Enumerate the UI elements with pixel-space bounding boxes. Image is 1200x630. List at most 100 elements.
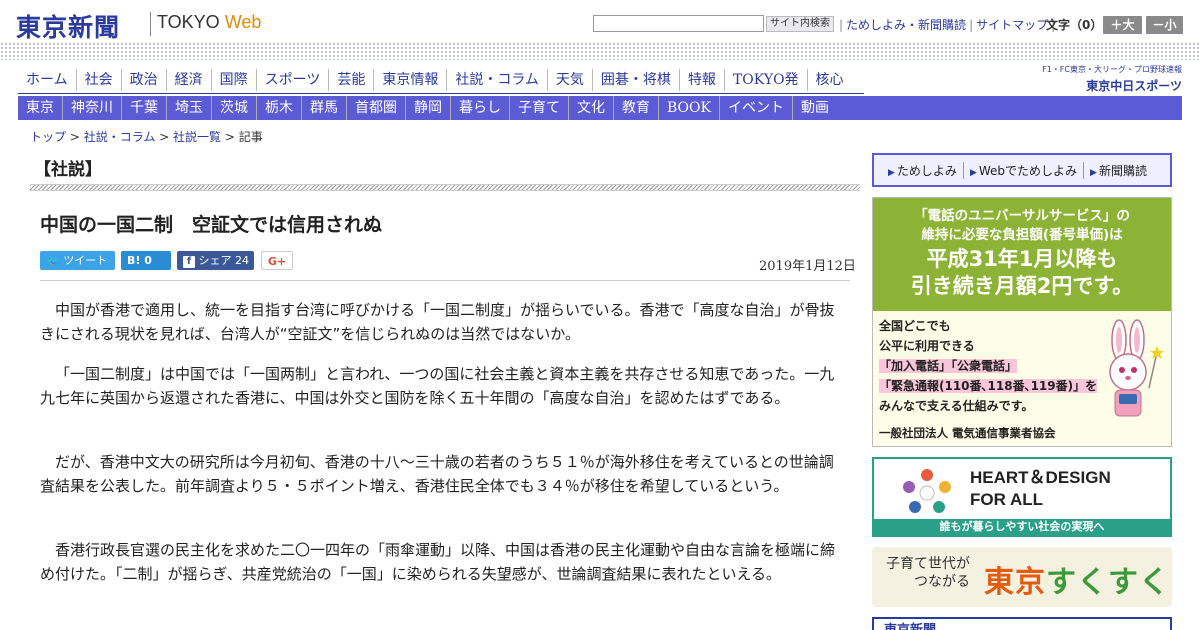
nav-economy[interactable]: 経済 bbox=[165, 69, 211, 91]
nav-society[interactable]: 社会 bbox=[75, 69, 121, 91]
font-decrease-button[interactable]: －小 bbox=[1146, 16, 1183, 34]
sukusuku-small2: つながる bbox=[914, 574, 970, 590]
header-link-separator: | bbox=[969, 18, 974, 32]
heart-design-line1: HEART＆DESIGN bbox=[970, 468, 1111, 487]
web-trial-read-link[interactable]: ▶ Webでためしよみ bbox=[964, 161, 1085, 179]
sitemap-link[interactable]: サイトマップ bbox=[976, 18, 1048, 32]
triangle-right-icon: ▶ bbox=[969, 167, 977, 178]
article-paragraph-1: 中国が香港で適用し、統一を目指す台湾に呼びかける「一国二制度」が揺らいでいる。香… bbox=[40, 301, 835, 343]
ad1-body1: 全国どこでも bbox=[879, 319, 951, 333]
nav-core[interactable]: 核心 bbox=[806, 69, 852, 91]
nav-event[interactable]: イベント bbox=[718, 96, 792, 120]
nav-education[interactable]: 教育 bbox=[613, 96, 658, 120]
site-logo[interactable]: 東京新聞 bbox=[16, 8, 120, 44]
chunichi-logo: 東京中日スポーツ bbox=[1086, 79, 1182, 93]
facebook-share-count: 24 bbox=[235, 254, 249, 267]
tokyo-web-logo[interactable]: TOKYO Web bbox=[157, 12, 261, 33]
ad1-line4: 引き続き月額2円です。 bbox=[910, 274, 1134, 298]
nav-tokyo[interactable]: 東京 bbox=[18, 96, 62, 120]
tokyo-sukusuku-ad[interactable]: 子育て世代が つながる 東京すくすく bbox=[872, 547, 1172, 607]
nav-international[interactable]: 国際 bbox=[210, 69, 256, 91]
nav-chiba[interactable]: 千葉 bbox=[121, 96, 166, 120]
heart-design-ad[interactable]: HEART＆DESIGN FOR ALL 誰もが暮らしやすい社会の実現へ bbox=[872, 457, 1172, 537]
primary-nav-underline bbox=[18, 93, 864, 94]
content-fade bbox=[40, 620, 850, 630]
ad1-body5: みんなで支える仕組みです。 bbox=[879, 399, 1034, 413]
heart-design-title: HEART＆DESIGN FOR ALL bbox=[970, 467, 1111, 511]
breadcrumb: トップ > 社説・コラム > 社説一覧 > 記事 bbox=[30, 130, 263, 144]
nav-tokyo-hatsu[interactable]: TOKYO発 bbox=[723, 69, 807, 91]
nav-shizuoka[interactable]: 静岡 bbox=[405, 96, 450, 120]
ad1-body3: 「加入電話」「公衆電話」 bbox=[879, 359, 1018, 373]
nav-weather[interactable]: 天気 bbox=[546, 69, 592, 91]
sukusuku-tagline: 子育て世代が つながる bbox=[886, 555, 970, 591]
breadcrumb-editorial-list[interactable]: 社説一覧 bbox=[173, 130, 221, 144]
facebook-share-button[interactable]: f シェア 24 bbox=[177, 251, 254, 270]
ad1-body: 全国どこでも 公平に利用できる 「加入電話」「公衆電話」 「緊急通報(110番､… bbox=[879, 316, 1098, 416]
site-header: 東京新聞 TOKYO Web サイト内検索 | ためしよみ・新聞購読 | サイトマップ… bbox=[0, 0, 1200, 46]
nav-ibaraki[interactable]: 茨城 bbox=[211, 96, 256, 120]
subscribe-label: 新聞購読 bbox=[1098, 163, 1147, 178]
nav-entertainment[interactable]: 芸能 bbox=[328, 69, 373, 91]
subscribe-link[interactable]: ▶ 新聞購読 bbox=[1084, 162, 1153, 179]
tweet-button[interactable]: 🐦 ツイート bbox=[40, 251, 115, 270]
chunichi-tagline: F1・FC東京・大リーグ・プロ野球速報 bbox=[1042, 65, 1182, 74]
article-title: 中国の一国二制 空証文では信用されぬ bbox=[40, 214, 383, 236]
nav-politics[interactable]: 政治 bbox=[120, 69, 166, 91]
nav-saitama[interactable]: 埼玉 bbox=[166, 96, 211, 120]
trial-subscribe-link[interactable]: ためしよみ・新聞購読 bbox=[846, 18, 966, 32]
article-date: 2019年1月12日 bbox=[759, 259, 856, 274]
triangle-right-icon: ▶ bbox=[888, 167, 895, 178]
sukusuku-big2: すくすく bbox=[1046, 565, 1170, 600]
logo-tokyo-text: TOKYO bbox=[157, 12, 220, 32]
tweet-label: ツイート bbox=[63, 254, 108, 267]
hatena-bookmark-button[interactable]: B! 0 bbox=[121, 251, 171, 270]
nav-kanagawa[interactable]: 神奈川 bbox=[62, 96, 121, 120]
trial-read-link[interactable]: ▶ ためしよみ bbox=[882, 161, 964, 179]
ad1-line3: 平成31年1月以降も bbox=[926, 247, 1118, 271]
breadcrumb-editorial-column[interactable]: 社説・コラム bbox=[84, 130, 156, 144]
font-increase-button[interactable]: ＋大 bbox=[1103, 16, 1142, 34]
hatena-count: 0 bbox=[144, 254, 152, 267]
breadcrumb-top[interactable]: トップ bbox=[30, 130, 66, 144]
nav-living[interactable]: 暮らし bbox=[450, 96, 509, 120]
google-plus-button[interactable]: G+ bbox=[261, 251, 293, 270]
nav-video[interactable]: 動画 bbox=[791, 96, 837, 120]
ad1-body4: 「緊急通報(110番､118番､119番)」を bbox=[879, 379, 1098, 393]
universal-service-ad[interactable]: 「電話のユニバーサルサービス」の 維持に必要な負担額(番号単価)は 平成31年1… bbox=[872, 197, 1172, 447]
logo-web-text: Web bbox=[224, 12, 262, 32]
sukusuku-logo: 東京すくすく bbox=[984, 557, 1170, 601]
web-trial-read-label: Webでためしよみ bbox=[978, 163, 1078, 178]
chunichi-sports-link[interactable]: F1・FC東京・大リーグ・プロ野球速報 東京中日スポーツ bbox=[1022, 64, 1182, 94]
nav-book[interactable]: BOOK bbox=[658, 96, 719, 120]
nav-parenting[interactable]: 子育て bbox=[509, 96, 568, 120]
tokyo-shimbun-banner[interactable]: 東京新聞 bbox=[872, 617, 1172, 630]
nav-special-report[interactable]: 特報 bbox=[678, 69, 724, 91]
ad1-line1: 「電話のユニバーサルサービス」の bbox=[914, 208, 1130, 224]
section-divider bbox=[30, 184, 860, 191]
nav-shutoken[interactable]: 首都圏 bbox=[346, 96, 405, 120]
nav-culture[interactable]: 文化 bbox=[568, 96, 613, 120]
bunny-mascot-icon bbox=[1109, 319, 1164, 417]
site-search-input[interactable] bbox=[593, 15, 764, 32]
nav-sports[interactable]: スポーツ bbox=[255, 69, 329, 91]
heart-design-tagline: 誰もが暮らしやすい社会の実現へ bbox=[874, 519, 1170, 535]
header-links: | ためしよみ・新聞購読 | サイトマップ | bbox=[836, 16, 1058, 33]
heart-design-line2: FOR ALL bbox=[970, 490, 1044, 509]
nav-home[interactable]: ホーム bbox=[18, 69, 76, 91]
nav-tokyo-info[interactable]: 東京情報 bbox=[373, 69, 446, 91]
nav-editorial-column[interactable]: 社説・コラム bbox=[446, 69, 547, 91]
nav-go-shogi[interactable]: 囲碁・将棋 bbox=[591, 69, 679, 91]
secondary-nav: 東京 神奈川 千葉 埼玉 茨城 栃木 群馬 首都圏 静岡 暮らし 子育て 文化 … bbox=[18, 96, 1182, 120]
logo-divider bbox=[150, 12, 151, 36]
site-search-button[interactable]: サイト内検索 bbox=[766, 16, 834, 32]
header-link-separator: | bbox=[839, 18, 844, 32]
tokyo-shimbun-banner-text: 東京新聞 bbox=[884, 619, 936, 630]
article-paragraph-4: 香港行政長官選の民主化を求めた二〇一四年の「雨傘運動」以降、中国は香港の民主化運… bbox=[40, 541, 836, 583]
nav-tochigi[interactable]: 栃木 bbox=[256, 96, 301, 120]
article-paragraph-2: 「一国二制度」は中国では「一国两制」と言われ、一つの国に社会主義と資本主義を共存… bbox=[40, 365, 835, 407]
nav-gunma[interactable]: 群馬 bbox=[301, 96, 346, 120]
ad1-body2: 公平に利用できる bbox=[879, 339, 975, 353]
facebook-icon: f bbox=[183, 256, 195, 268]
breadcrumb-current: 記事 bbox=[238, 130, 263, 144]
